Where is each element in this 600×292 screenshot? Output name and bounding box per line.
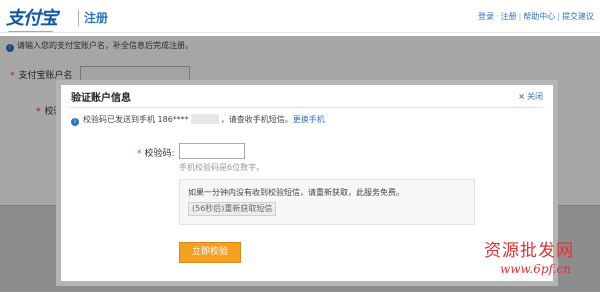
verification-code-input[interactable] xyxy=(179,143,245,159)
help-center-link[interactable]: 帮助中心 xyxy=(523,12,555,21)
link-separator: | xyxy=(518,12,522,21)
verify-now-button[interactable]: 立即校验 xyxy=(179,242,241,263)
change-phone-link[interactable]: 更换手机 xyxy=(293,115,325,124)
alipay-logo[interactable]: 支付宝 xyxy=(6,4,58,33)
resend-notice-box: 如果一分钟内没有收到校验短信，请重新获取，此服务免费。 (56秒后)重新获取短信 xyxy=(179,179,475,225)
dialog-title: 验证账户信息 xyxy=(71,93,131,104)
header-links: 登录 · 注册 | 帮助中心 | 提交建议 xyxy=(478,11,594,22)
code-sent-suffix: ，请查收手机短信。 xyxy=(220,115,293,124)
required-marker: * xyxy=(137,149,142,159)
info-icon: i xyxy=(71,118,79,126)
verify-account-dialog: 验证账户信息 × 关闭 i 校验码已发送到手机 186**** ，请查收手机短信。更换… xyxy=(61,85,553,281)
login-link[interactable]: 登录 xyxy=(478,12,494,21)
code-sent-message: i 校验码已发送到手机 186**** ，请查收手机短信。更换手机 xyxy=(71,114,325,126)
watermark-title: 资源批发网 xyxy=(484,241,574,261)
resend-notice-text: 如果一分钟内没有收到校验短信，请重新获取，此服务免费。 xyxy=(188,188,404,197)
feedback-link[interactable]: 提交建议 xyxy=(562,12,594,21)
link-separator: | xyxy=(557,12,560,21)
close-button[interactable]: × 关闭 xyxy=(518,91,543,102)
code-hint: 手机校验码是6位数字。 xyxy=(179,163,265,172)
close-label: 关闭 xyxy=(527,92,543,101)
masked-phone-digits xyxy=(190,114,219,124)
link-separator: · xyxy=(496,12,499,21)
resend-sms-button[interactable]: (56秒后)重新获取短信 xyxy=(188,202,277,216)
watermark-url: www.6pf.cn xyxy=(500,262,571,276)
page-header: 支付宝 注册 登录 · 注册 | 帮助中心 | 提交建议 xyxy=(0,0,600,36)
header-divider-line xyxy=(0,32,600,33)
close-icon: × xyxy=(518,92,525,101)
code-label-text: 校验码: xyxy=(144,149,175,159)
code-sent-prefix: 校验码已发送到手机 186**** xyxy=(83,115,189,124)
header-divider xyxy=(78,10,79,26)
register-link[interactable]: 注册 xyxy=(501,12,517,21)
code-label: * 校验码: xyxy=(137,146,175,159)
page-title: 注册 xyxy=(84,11,109,25)
dialog-divider xyxy=(69,107,545,108)
